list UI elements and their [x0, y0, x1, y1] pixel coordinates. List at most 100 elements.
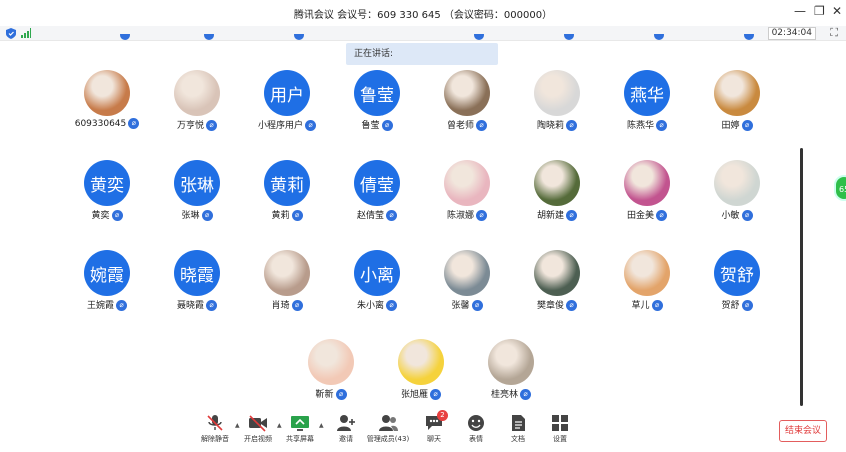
participant-tile[interactable]: 晓霞聂晓霞 ⌀	[152, 250, 242, 340]
settings-button[interactable]: 设置	[538, 414, 582, 444]
participant-tile[interactable]: 燕华陈燕华 ⌀	[602, 70, 692, 160]
window-title: 腾讯会议 会议号：609 330 645 （会议密码：000000）	[293, 10, 553, 21]
participant-name: 张旭雁	[400, 390, 428, 400]
participant-name: 小敏	[721, 211, 740, 221]
avatar: 婉霞	[84, 250, 130, 296]
mic-icon	[120, 34, 130, 40]
participant-name-line: 陈淑娜 ⌀	[422, 208, 512, 221]
participant-tile[interactable]: 用户小程序用户 ⌀	[242, 70, 332, 160]
participant-name-line: 曾老师 ⌀	[422, 118, 512, 131]
participant-tile[interactable]: 肖琦 ⌀	[242, 250, 332, 340]
participant-name-line: 张旭雁 ⌀	[376, 387, 466, 400]
muted-mic-icon	[207, 415, 223, 431]
participant-name: 草儿	[631, 301, 650, 311]
participant-tile[interactable]: 鲁莹 鲁莹 ⌀	[332, 70, 422, 160]
end-meeting-button[interactable]: 结束会议	[779, 420, 827, 442]
participant-name-line: 万亨悦 ⌀	[152, 118, 242, 131]
restore-icon[interactable]: ❐	[814, 4, 825, 18]
unmute-button[interactable]: 解除静音	[193, 414, 237, 444]
participant-tile[interactable]: 贺舒 贺舒 ⌀	[692, 250, 782, 340]
participant-tile[interactable]: 黄奕 黄奕 ⌀	[62, 160, 152, 250]
participant-tile[interactable]: 小离 朱小离 ⌀	[332, 250, 422, 340]
invite-label: 邀请	[339, 435, 353, 443]
mic-icon	[294, 34, 304, 40]
video-off-icon	[249, 415, 267, 432]
avatar	[264, 250, 310, 296]
participant-tile[interactable]: 万亨悦 ⌀	[152, 70, 242, 160]
mic-muted-icon: ⌀	[335, 389, 347, 400]
participant-tile[interactable]: 黄莉 黄莉 ⌀	[242, 160, 332, 250]
participant-tile[interactable]: 张馨 ⌀	[422, 250, 512, 340]
mic-muted-icon: ⌀	[741, 210, 753, 221]
close-icon[interactable]: ✕	[832, 4, 842, 18]
unmute-label: 解除静音	[201, 435, 229, 443]
participant-name-line: 王婉霞 ⌀	[62, 298, 152, 311]
participant-name: 聂晓霞	[176, 301, 204, 311]
participant-tile[interactable]: 田婷 ⌀	[692, 70, 782, 160]
add-person-icon	[337, 415, 355, 431]
avatar	[174, 70, 220, 116]
avatar: 黄莉	[264, 160, 310, 206]
manage-members-button[interactable]: 管理成员(43)	[366, 414, 410, 444]
participant-tile[interactable]: 樊章俊 ⌀	[512, 250, 602, 340]
participant-name: 陈燕华	[626, 121, 654, 131]
start-video-button[interactable]: 开启视频	[236, 414, 280, 444]
participant-tile[interactable]: 田金美 ⌀	[602, 160, 692, 250]
participant-name: 贺舒	[721, 301, 740, 311]
participant-name: 鲁莹	[361, 121, 380, 131]
participant-name-line: 樊章俊 ⌀	[512, 298, 602, 311]
scrollbar[interactable]	[800, 148, 803, 406]
participant-name-line: 赵倩莹 ⌀	[332, 208, 422, 221]
mic-muted-icon: ⌀	[381, 120, 393, 131]
participant-tile[interactable]: 张琳 张琳 ⌀	[152, 160, 242, 250]
participant-tile[interactable]: 婉霞王婉霞 ⌀	[62, 250, 152, 340]
chat-label: 聊天	[427, 435, 441, 443]
side-floating-badge[interactable]: 65	[834, 175, 846, 201]
avatar: 晓霞	[174, 250, 220, 296]
mic-muted-icon: ⌀	[520, 389, 531, 400]
mic-muted-icon: ⌀	[430, 389, 441, 400]
participant-tile[interactable]: 609330645 ⌀	[62, 70, 152, 160]
avatar	[84, 70, 130, 116]
participant-name: 小程序用户	[257, 121, 303, 131]
avatar	[444, 160, 490, 206]
invite-button[interactable]: 邀请	[324, 414, 368, 444]
participant-tile[interactable]: 陶晓莉 ⌀	[512, 70, 602, 160]
participant-tile[interactable]: 陈淑娜 ⌀	[422, 160, 512, 250]
mic-muted-icon: ⌀	[206, 300, 217, 311]
settings-grid-icon	[552, 415, 568, 431]
mic-muted-icon: ⌀	[476, 120, 487, 131]
avatar	[534, 160, 580, 206]
mic-muted-icon: ⌀	[386, 300, 397, 311]
participant-name: 田金美	[626, 211, 654, 221]
settings-label: 设置	[553, 435, 567, 443]
participant-name-line: 田婷 ⌀	[692, 118, 782, 131]
avatar: 用户	[264, 70, 310, 116]
mic-muted-icon: ⌀	[291, 210, 303, 221]
participant-tile[interactable]: 胡新建 ⌀	[512, 160, 602, 250]
participant-name-line: 小程序用户 ⌀	[242, 118, 332, 131]
avatar	[444, 70, 490, 116]
participant-name-line: 草儿 ⌀	[602, 298, 692, 311]
emoji-button[interactable]: 表情	[454, 414, 498, 444]
avatar	[534, 250, 580, 296]
previous-row-cutoff	[0, 34, 846, 42]
participant-tile[interactable]: 小敏 ⌀	[692, 160, 782, 250]
chevron-up-icon[interactable]: ▲	[319, 422, 324, 429]
minimize-icon[interactable]: —	[794, 4, 806, 18]
documents-button[interactable]: 文档	[496, 414, 540, 444]
avatar: 燕华	[624, 70, 670, 116]
participant-name: 朱小离	[356, 301, 384, 311]
avatar: 倩莹	[354, 160, 400, 206]
mic-muted-icon: ⌀	[566, 300, 577, 311]
participant-tile[interactable]: 草儿 ⌀	[602, 250, 692, 340]
chat-button[interactable]: 2 聊天	[412, 410, 456, 444]
document-icon	[512, 415, 525, 431]
share-screen-button[interactable]: 共享屏幕	[278, 414, 322, 444]
participant-tile[interactable]: 倩莹赵倩莹 ⌀	[332, 160, 422, 250]
mic-muted-icon: ⌀	[656, 120, 667, 131]
participant-tile[interactable]: 曾老师 ⌀	[422, 70, 512, 160]
mic-icon	[654, 34, 664, 40]
mic-muted-icon: ⌀	[566, 210, 577, 221]
participant-name-line: 609330645 ⌀	[62, 118, 152, 129]
